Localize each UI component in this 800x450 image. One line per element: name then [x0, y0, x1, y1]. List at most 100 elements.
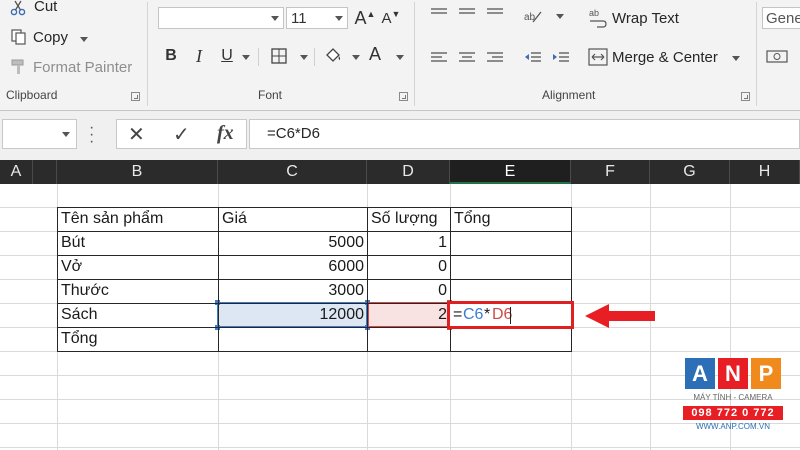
chevron-down-icon[interactable]	[242, 55, 250, 60]
top-align-button[interactable]	[428, 4, 450, 26]
chevron-down-icon[interactable]	[396, 55, 404, 60]
table-header-cell[interactable]: Tên sản phẩm	[61, 208, 163, 230]
table-cell[interactable]: 0	[371, 280, 447, 302]
chevron-down-icon[interactable]	[352, 55, 360, 60]
table-cell[interactable]: 2	[371, 304, 447, 326]
table-border	[367, 207, 368, 352]
table-header-cell[interactable]: Tổng	[454, 208, 490, 230]
grow-font-button[interactable]: A ▲	[354, 7, 376, 29]
fill-color-button[interactable]	[322, 45, 344, 67]
ribbon: Cut Copy Format Painter Clipboard 11 A ▲ …	[0, 0, 800, 111]
table-cell[interactable]: 12000	[222, 304, 365, 326]
table-cell[interactable]: 0	[371, 256, 447, 278]
table-border	[218, 207, 219, 352]
column-header-b[interactable]: B	[57, 160, 218, 184]
font-name-combo[interactable]	[158, 7, 284, 29]
bottom-align-button[interactable]	[484, 4, 506, 26]
insert-function-button[interactable]: fx	[217, 122, 234, 145]
middle-align-button[interactable]	[456, 4, 478, 26]
scissors-icon	[10, 0, 26, 16]
wrap-text-icon: ab	[589, 8, 607, 28]
table-border	[57, 207, 58, 352]
table-header-cell[interactable]: Giá	[222, 208, 247, 230]
group-divider	[147, 2, 148, 106]
currency-icon[interactable]	[766, 46, 788, 66]
font-size-value: 11	[291, 10, 307, 27]
table-cell[interactable]: Thước	[61, 280, 109, 302]
align-top-icon	[431, 8, 447, 14]
gridline	[0, 399, 800, 400]
align-right-button[interactable]	[484, 47, 506, 69]
column-header-d[interactable]: D	[367, 160, 450, 184]
logo-url: WWW.ANP.COM.VN	[695, 422, 771, 431]
logo-phone: 098 772 0 772	[683, 406, 783, 420]
active-edit-cell[interactable]: = C6 * D6	[447, 301, 574, 329]
format-painter-button[interactable]: Format Painter	[8, 56, 133, 78]
underline-button[interactable]: U	[216, 45, 238, 67]
font-color-button[interactable]: A	[364, 43, 386, 65]
number-format-value: Gene	[766, 10, 800, 27]
divider	[314, 48, 315, 66]
align-middle-icon	[459, 8, 475, 14]
table-cell[interactable]: 1	[371, 232, 447, 254]
formula-operator: *	[484, 306, 491, 323]
italic-button[interactable]: I	[188, 45, 210, 67]
table-cell[interactable]: Tổng	[61, 328, 97, 350]
table-border	[57, 351, 571, 352]
font-color-icon: A	[368, 43, 381, 64]
table-cell[interactable]: Vở	[61, 256, 82, 278]
column-header-c[interactable]: C	[218, 160, 367, 184]
cut-button[interactable]: Cut	[8, 0, 88, 18]
alignment-dialog-launcher[interactable]	[741, 92, 750, 101]
number-format-combo[interactable]: Gene	[762, 7, 800, 29]
column-header-g[interactable]: G	[650, 160, 730, 184]
column-header-h[interactable]: H	[730, 160, 800, 184]
cancel-button[interactable]: ✕	[128, 122, 145, 147]
clipboard-dialog-launcher[interactable]	[131, 92, 140, 101]
bold-button[interactable]: B	[160, 45, 182, 67]
table-header-cell[interactable]: Số lượng	[371, 208, 438, 230]
column-header-a[interactable]: A	[0, 160, 33, 184]
table-cell[interactable]: 5000	[222, 232, 364, 254]
align-left-button[interactable]	[428, 47, 450, 69]
table-cell[interactable]: Sách	[61, 304, 97, 326]
shrink-font-button[interactable]: A ▼	[380, 7, 402, 29]
increase-indent-button[interactable]	[550, 47, 572, 69]
font-group-label: Font	[258, 88, 283, 102]
table-cell[interactable]: Bút	[61, 232, 85, 254]
column-header-f[interactable]: F	[571, 160, 650, 184]
name-box[interactable]	[2, 119, 77, 149]
chevron-down-icon[interactable]	[300, 55, 308, 60]
enter-button[interactable]: ✓	[173, 122, 190, 147]
font-size-combo[interactable]: 11	[286, 7, 348, 29]
gridline	[0, 447, 800, 448]
paintbrush-icon	[11, 59, 24, 74]
wrap-text-label: Wrap Text	[612, 10, 679, 27]
paint-bucket-icon	[326, 48, 341, 62]
wrap-text-button[interactable]: ab Wrap Text	[586, 6, 696, 30]
orientation-button[interactable]: ab	[522, 5, 544, 27]
more-options-icon[interactable]: · · ·	[89, 120, 94, 150]
copy-icon	[11, 29, 26, 45]
merge-center-button[interactable]: Merge & Center	[586, 45, 746, 69]
borders-button[interactable]	[268, 45, 290, 67]
decrease-indent-button[interactable]	[522, 47, 544, 69]
column-header-e[interactable]: E	[450, 160, 571, 184]
align-left-icon	[431, 52, 447, 62]
formula-input[interactable]: =C6*D6	[249, 119, 800, 149]
logo-letter: N	[718, 358, 748, 389]
format-painter-label: Format Painter	[33, 59, 133, 76]
decrease-indent-icon	[525, 52, 541, 62]
font-dialog-launcher[interactable]	[399, 92, 408, 101]
align-center-button[interactable]	[456, 47, 478, 69]
copy-button[interactable]: Copy	[8, 27, 93, 49]
table-cell[interactable]: 6000	[222, 256, 364, 278]
chevron-down-icon[interactable]	[556, 14, 564, 19]
pointer-arrow-icon	[585, 304, 655, 328]
table-cell[interactable]: 3000	[222, 280, 364, 302]
underline-icon: U	[221, 47, 233, 64]
formula-buttons: ✕ ✓ fx	[116, 119, 247, 149]
align-center-icon	[459, 52, 475, 62]
chevron-down-icon	[271, 16, 279, 21]
worksheet-grid[interactable]: Tên sản phẩm Giá Số lượng Tổng Bút 5000 …	[0, 184, 800, 450]
